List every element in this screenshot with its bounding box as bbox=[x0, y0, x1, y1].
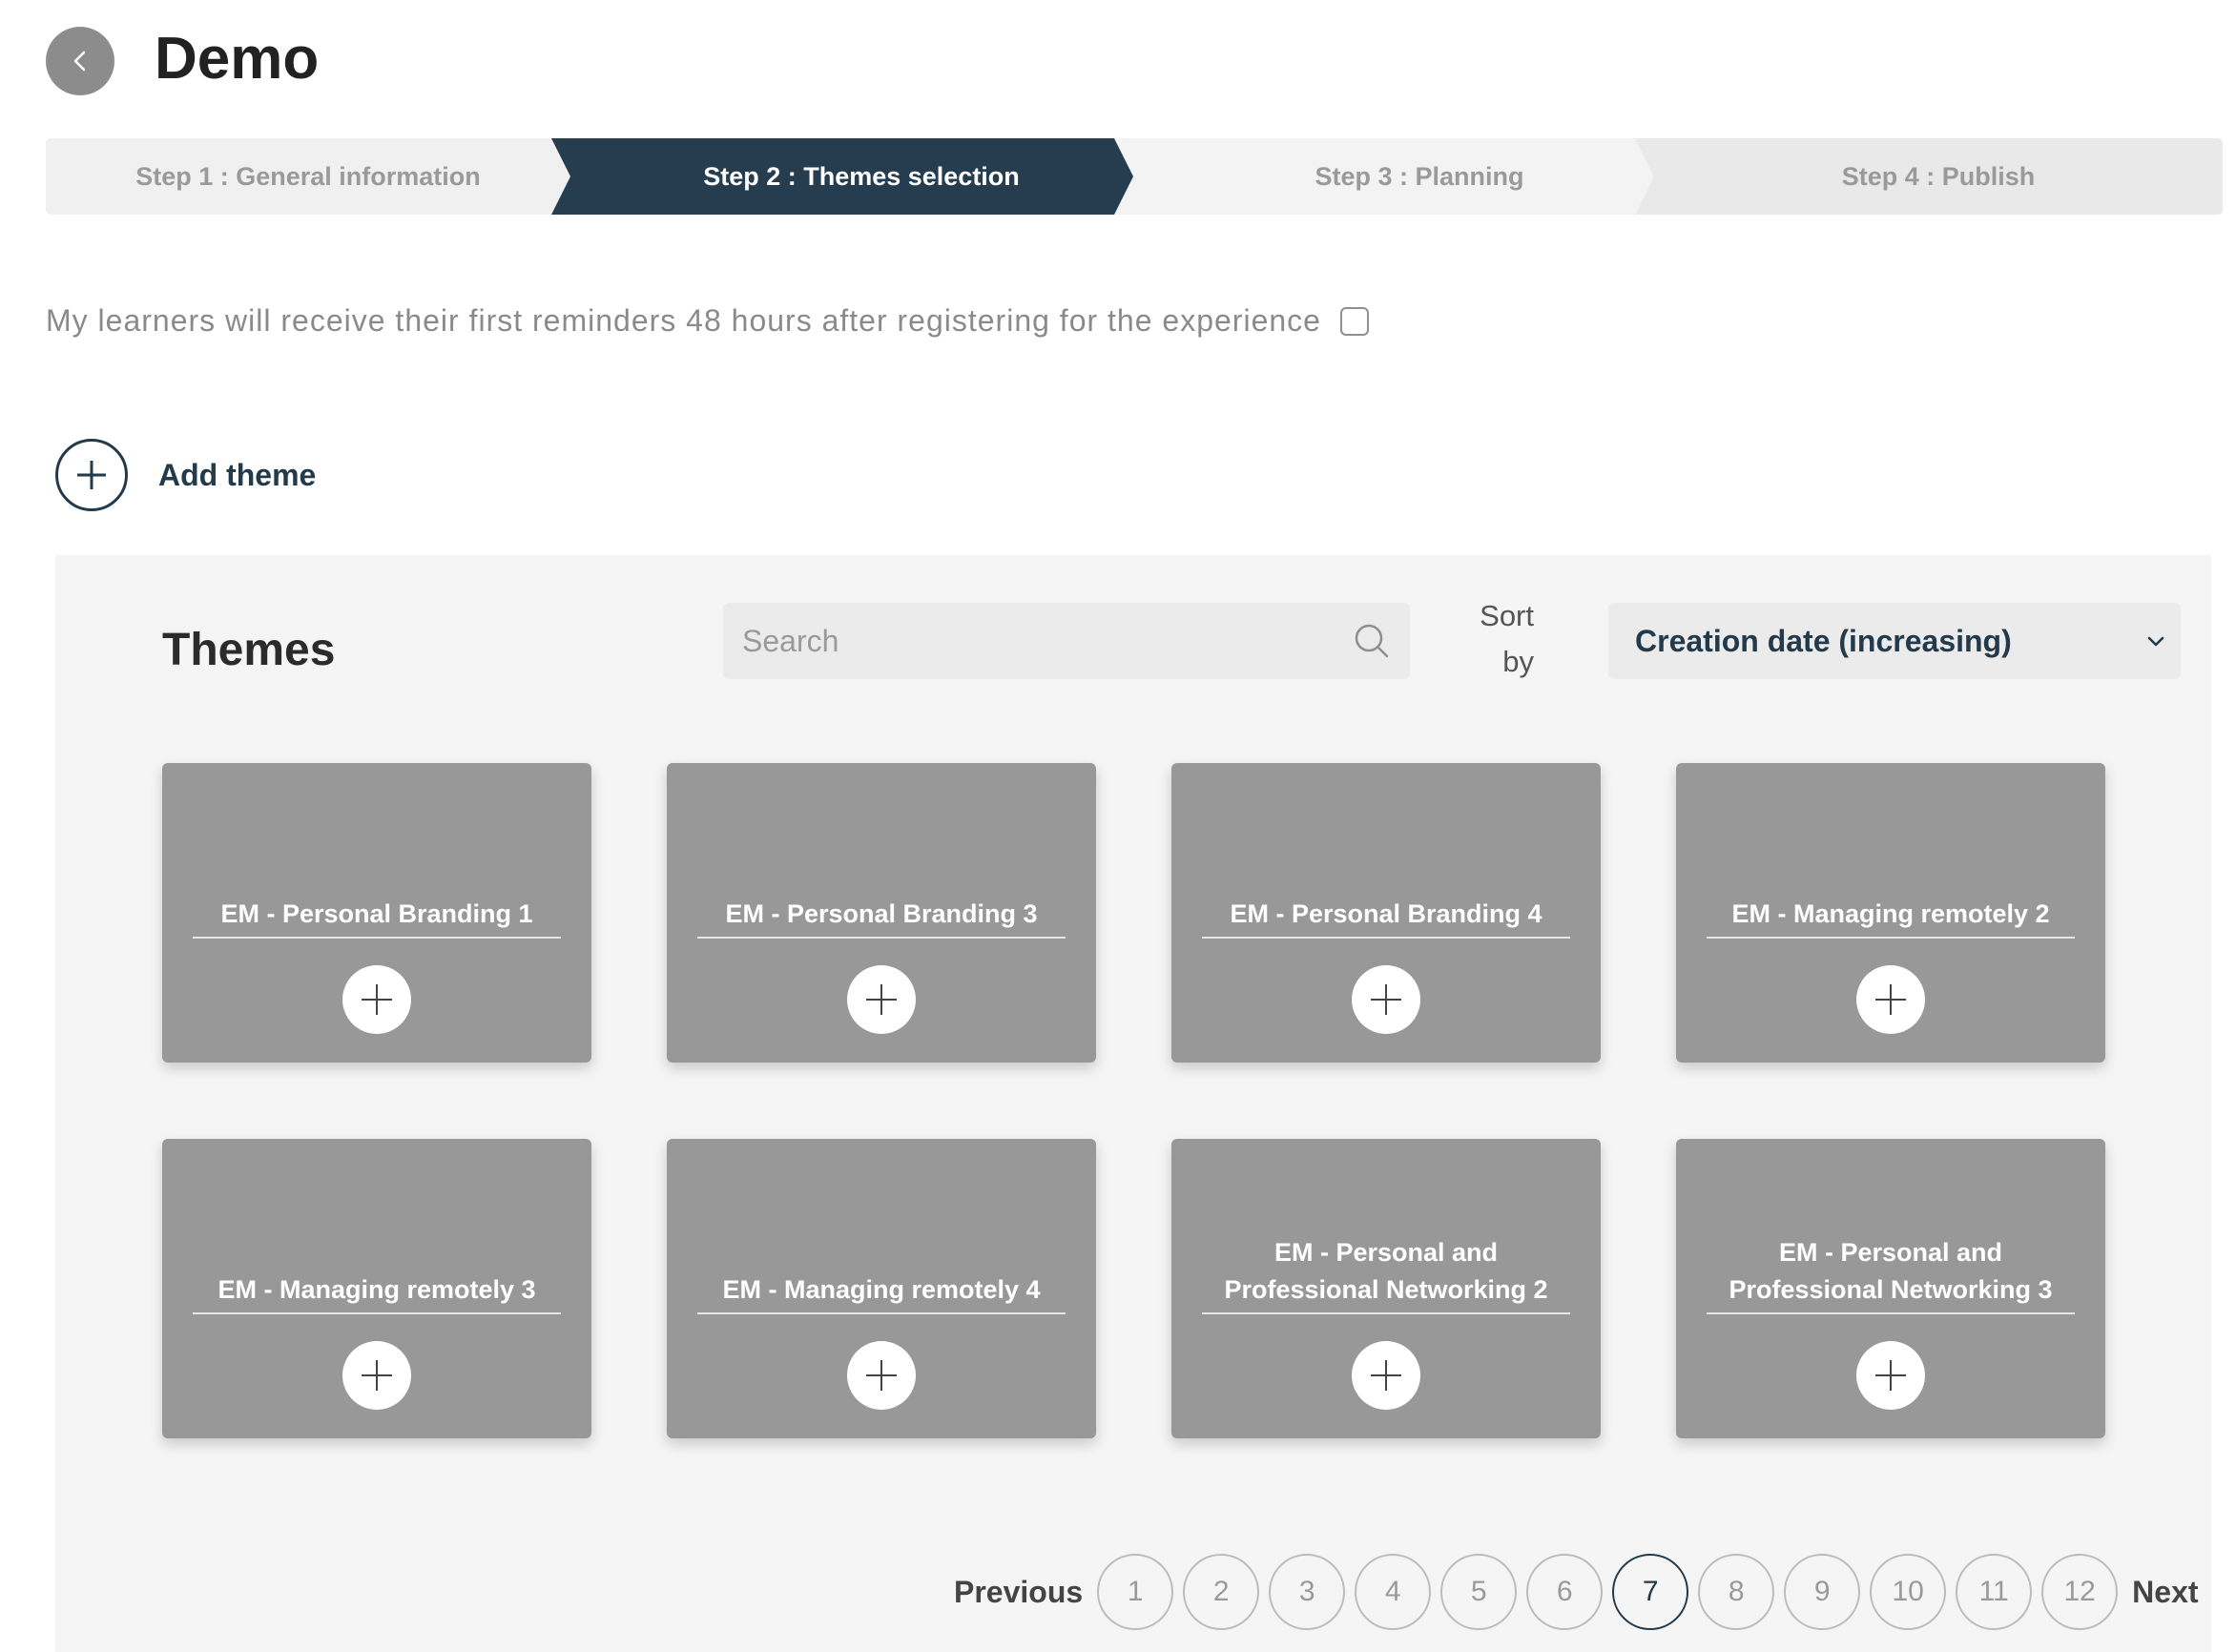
theme-card-title: EM - Managing remotely 3 bbox=[193, 1271, 561, 1314]
add-theme-button[interactable]: Add theme bbox=[55, 439, 316, 511]
search-icon[interactable] bbox=[1353, 622, 1391, 660]
chevron-down-icon bbox=[2147, 636, 2164, 647]
plus-icon bbox=[362, 984, 392, 1015]
plus-icon bbox=[1875, 1360, 1906, 1391]
reminder-checkbox[interactable] bbox=[1339, 306, 1369, 336]
page-header: Demo bbox=[0, 0, 2236, 124]
theme-card[interactable]: EM - Personal Branding 3 bbox=[667, 763, 1096, 1063]
step-planning[interactable]: Step 3 : Planning bbox=[1114, 138, 1706, 215]
themes-title: Themes bbox=[162, 625, 336, 675]
step-label: Step 1 : General information bbox=[135, 161, 481, 191]
plus-icon bbox=[1371, 1360, 1401, 1391]
page-button[interactable]: 6 bbox=[1526, 1554, 1604, 1630]
sort-select[interactable]: Creation date (increasing) bbox=[1608, 603, 2181, 679]
step-general-information[interactable]: Step 1 : General information bbox=[46, 138, 609, 215]
step-label: Step 4 : Publish bbox=[1841, 161, 2036, 191]
add-theme-circle bbox=[55, 439, 128, 511]
theme-card-title: EM - Personal Branding 1 bbox=[193, 896, 561, 939]
plus-icon bbox=[77, 461, 106, 489]
page-button-current[interactable]: 7 bbox=[1612, 1554, 1689, 1630]
back-button[interactable] bbox=[46, 27, 114, 95]
reminder-option: My learners will receive their first rem… bbox=[46, 303, 1369, 339]
pagination-previous[interactable]: Previous bbox=[954, 1575, 1083, 1610]
page-button[interactable]: 5 bbox=[1440, 1554, 1518, 1630]
sort-label-line1: Sort bbox=[1480, 599, 1534, 632]
page-button[interactable]: 8 bbox=[1698, 1554, 1775, 1630]
theme-card[interactable]: EM - Personal Branding 1 bbox=[162, 763, 591, 1063]
add-theme-label: Add theme bbox=[158, 457, 317, 492]
search-input[interactable] bbox=[723, 603, 1353, 679]
add-theme-card-button[interactable] bbox=[847, 1341, 916, 1410]
step-publish[interactable]: Step 4 : Publish bbox=[1635, 138, 2223, 215]
theme-card[interactable]: EM - Personal and Professional Networkin… bbox=[1676, 1139, 2105, 1438]
page-button[interactable]: 12 bbox=[2041, 1554, 2119, 1630]
sort-label: Sort by bbox=[1458, 593, 1534, 685]
add-theme-card-button[interactable] bbox=[1856, 1341, 1925, 1410]
theme-card-title: EM - Personal Branding 4 bbox=[1202, 896, 1570, 939]
search-box bbox=[723, 603, 1410, 679]
step-themes-selection[interactable]: Step 2 : Themes selection bbox=[551, 138, 1162, 215]
add-theme-card-button[interactable] bbox=[847, 965, 916, 1034]
chevron-left-icon bbox=[73, 51, 86, 72]
pagination: Previous 1 2 3 4 5 6 7 8 9 10 11 12 Next bbox=[954, 1552, 2199, 1632]
theme-card-title: EM - Personal and Professional Networkin… bbox=[1707, 1234, 2075, 1314]
add-theme-card-button[interactable] bbox=[1352, 965, 1420, 1034]
page-button[interactable]: 1 bbox=[1097, 1554, 1174, 1630]
theme-card-title: EM - Managing remotely 4 bbox=[697, 1271, 1066, 1314]
reminder-label: My learners will receive their first rem… bbox=[46, 303, 1321, 338]
theme-card[interactable]: EM - Personal and Professional Networkin… bbox=[1171, 1139, 1601, 1438]
page-button[interactable]: 11 bbox=[1956, 1554, 2033, 1630]
page-button[interactable]: 3 bbox=[1269, 1554, 1346, 1630]
plus-icon bbox=[362, 1360, 392, 1391]
page-title: Demo bbox=[155, 26, 320, 92]
page-button[interactable]: 4 bbox=[1355, 1554, 1432, 1630]
page-button[interactable]: 9 bbox=[1784, 1554, 1861, 1630]
add-theme-card-button[interactable] bbox=[1856, 965, 1925, 1034]
step-label: Step 2 : Themes selection bbox=[703, 161, 1020, 191]
theme-card-title: EM - Managing remotely 2 bbox=[1707, 896, 2075, 939]
theme-card[interactable]: EM - Managing remotely 2 bbox=[1676, 763, 2105, 1063]
plus-icon bbox=[1371, 984, 1401, 1015]
theme-card-title: EM - Personal and Professional Networkin… bbox=[1202, 1234, 1570, 1314]
pagination-next[interactable]: Next bbox=[2132, 1575, 2198, 1610]
add-theme-card-button[interactable] bbox=[342, 965, 411, 1034]
sort-selected-value: Creation date (increasing) bbox=[1635, 623, 2012, 658]
add-theme-card-button[interactable] bbox=[1352, 1341, 1420, 1410]
add-theme-card-button[interactable] bbox=[342, 1341, 411, 1410]
theme-card[interactable]: EM - Managing remotely 3 bbox=[162, 1139, 591, 1438]
theme-card-title: EM - Personal Branding 3 bbox=[697, 896, 1066, 939]
step-label: Step 3 : Planning bbox=[1315, 161, 1524, 191]
theme-card[interactable]: EM - Personal Branding 4 bbox=[1171, 763, 1601, 1063]
page-button[interactable]: 2 bbox=[1183, 1554, 1260, 1630]
theme-card[interactable]: EM - Managing remotely 4 bbox=[667, 1139, 1096, 1438]
sort-label-line2: by bbox=[1502, 645, 1534, 678]
plus-icon bbox=[866, 1360, 897, 1391]
themes-panel: Themes Sort by Creation date (increasing… bbox=[55, 555, 2211, 1652]
plus-icon bbox=[866, 984, 897, 1015]
plus-icon bbox=[1875, 984, 1906, 1015]
stepper: Step 1 : General information Step 2 : Th… bbox=[46, 138, 2223, 215]
page-button[interactable]: 10 bbox=[1870, 1554, 1947, 1630]
